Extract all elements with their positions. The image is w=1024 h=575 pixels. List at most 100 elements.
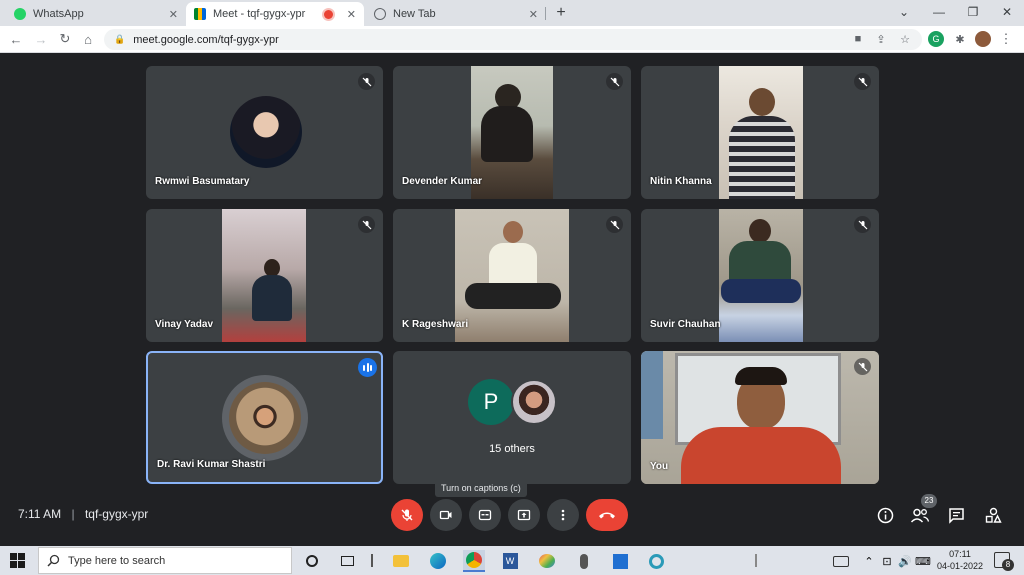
- clock-time: 07:11: [949, 549, 971, 559]
- participant-name: Devender Kumar: [402, 176, 483, 187]
- leave-call-button[interactable]: [586, 499, 628, 531]
- camera-in-use-icon[interactable]: ■: [850, 31, 866, 47]
- grammarly-extension-icon[interactable]: G: [928, 31, 944, 47]
- taskbar-divider: [371, 554, 373, 567]
- meeting-details: 7:11 AM | tqf-gygx-ypr: [18, 507, 148, 521]
- sound-recorder-icon[interactable]: [573, 550, 595, 572]
- cortana-icon[interactable]: [301, 550, 323, 572]
- globe-icon: [374, 8, 386, 20]
- calendar-icon[interactable]: [609, 550, 631, 572]
- activities-button[interactable]: [982, 504, 1004, 526]
- participant-tile[interactable]: Vinay Yadav: [146, 209, 383, 342]
- tab-title: WhatsApp: [33, 8, 84, 20]
- mic-muted-icon: [854, 358, 871, 375]
- taskbar-divider: [755, 554, 757, 567]
- forward-arrow-icon[interactable]: →: [31, 29, 51, 49]
- participant-tile[interactable]: Devender Kumar: [393, 66, 631, 199]
- tab-meet[interactable]: Meet - tqf-gygx-ypr ✕: [186, 2, 364, 26]
- windows-taskbar: Type here to search W ⌃ ⊡ 🔊 ⌨ 07:11 04-0…: [0, 546, 1024, 575]
- present-screen-button[interactable]: [508, 499, 540, 531]
- app-icon[interactable]: [645, 550, 667, 572]
- participant-video: [471, 66, 553, 199]
- restore-icon[interactable]: ❐: [956, 0, 990, 24]
- mic-muted-icon: [358, 216, 375, 233]
- browser-tab-strip: WhatsApp ✕ Meet - tqf-gygx-ypr ✕ New Tab…: [0, 0, 1024, 26]
- participant-name: K Rageshwari: [402, 319, 469, 330]
- profile-avatar[interactable]: [975, 31, 991, 47]
- edge-browser-icon[interactable]: [427, 550, 449, 572]
- notification-count-badge: 8: [1002, 559, 1014, 571]
- task-view-icon[interactable]: [336, 550, 358, 572]
- chat-bubble-icon: [948, 507, 964, 524]
- divider: |: [71, 507, 75, 521]
- self-video: [641, 351, 879, 484]
- google-meet-icon: [194, 8, 206, 20]
- info-icon: [877, 507, 893, 523]
- tab-search-chevron-icon[interactable]: ⌄: [887, 0, 921, 24]
- kebab-menu-icon[interactable]: ⋮: [998, 31, 1014, 47]
- tab-separator: [545, 7, 546, 20]
- tab-title: New Tab: [393, 8, 436, 20]
- mic-muted-icon: [854, 216, 871, 233]
- captions-tooltip: Turn on captions (c): [435, 479, 527, 497]
- paint-icon[interactable]: [536, 550, 558, 572]
- participant-name: Nitin Khanna: [650, 176, 712, 187]
- self-tile[interactable]: You: [641, 351, 879, 484]
- tab-title: Meet - tqf-gygx-ypr: [213, 8, 306, 20]
- meeting-details-button[interactable]: [874, 504, 896, 526]
- reload-icon[interactable]: ↻: [55, 29, 75, 49]
- new-tab-plus-icon[interactable]: +: [552, 4, 570, 22]
- captions-button[interactable]: [469, 499, 501, 531]
- microphone-toggle-button[interactable]: [391, 499, 423, 531]
- tab-whatsapp[interactable]: WhatsApp ✕: [6, 2, 186, 26]
- participant-video: [222, 209, 306, 342]
- participant-tile[interactable]: K Rageshwari: [393, 209, 631, 342]
- participant-name: Vinay Yadav: [155, 319, 214, 330]
- taskbar-clock[interactable]: 07:11 04-01-2022: [934, 548, 986, 572]
- participant-tile[interactable]: Nitin Khanna: [641, 66, 879, 199]
- search-icon: [47, 554, 60, 567]
- word-icon[interactable]: W: [499, 550, 521, 572]
- share-icon[interactable]: ⇪: [873, 31, 889, 47]
- participant-tile[interactable]: Suvir Chauhan: [641, 209, 879, 342]
- home-icon[interactable]: ⌂: [78, 29, 98, 49]
- language-icon[interactable]: ⌨: [912, 550, 934, 572]
- close-tab-icon[interactable]: ✕: [347, 8, 356, 21]
- mic-muted-icon: [606, 73, 623, 90]
- camera-toggle-button[interactable]: [430, 499, 462, 531]
- tab-new-tab[interactable]: New Tab ✕: [366, 2, 546, 26]
- url-text: meet.google.com/tqf-gygx-ypr: [133, 33, 279, 46]
- participant-avatar: [230, 96, 302, 168]
- others-count-label: 15 others: [489, 443, 535, 455]
- participant-tile[interactable]: Rwmwi Basumatary: [146, 66, 383, 199]
- participant-name: You: [650, 461, 669, 472]
- close-tab-icon[interactable]: ✕: [529, 8, 538, 21]
- bookmark-star-icon[interactable]: ☆: [897, 31, 913, 47]
- participant-tile-speaking[interactable]: Dr. Ravi Kumar Shastri: [146, 351, 383, 484]
- meeting-time: 7:11 AM: [18, 507, 62, 521]
- address-bar[interactable]: 🔒 meet.google.com/tqf-gygx-ypr: [104, 29, 922, 50]
- back-arrow-icon[interactable]: ←: [6, 29, 26, 49]
- participant-name: Dr. Ravi Kumar Shastri: [157, 459, 266, 470]
- end-call-phone-icon: [599, 512, 615, 519]
- taskbar-search-box[interactable]: Type here to search: [38, 547, 292, 574]
- people-icon: [910, 508, 930, 523]
- mic-muted-icon: [854, 73, 871, 90]
- more-options-button[interactable]: [547, 499, 579, 531]
- video-camera-icon: [439, 510, 452, 520]
- participant-video: [455, 209, 569, 342]
- participant-avatar: [511, 379, 557, 425]
- chat-button[interactable]: [945, 504, 967, 526]
- close-tab-icon[interactable]: ✕: [169, 8, 178, 21]
- windows-start-icon[interactable]: [10, 553, 25, 568]
- close-window-icon[interactable]: ✕: [990, 0, 1024, 24]
- minimize-icon[interactable]: —: [922, 0, 956, 24]
- keyboard-icon[interactable]: [830, 550, 852, 572]
- chrome-browser-icon[interactable]: [463, 550, 485, 572]
- participant-video: [719, 66, 803, 199]
- vertical-dots-icon: [561, 509, 565, 521]
- file-explorer-icon[interactable]: [390, 550, 412, 572]
- others-tile[interactable]: P 15 others: [393, 351, 631, 484]
- recording-indicator-icon: [323, 9, 333, 19]
- extensions-puzzle-icon[interactable]: ✱: [952, 31, 968, 47]
